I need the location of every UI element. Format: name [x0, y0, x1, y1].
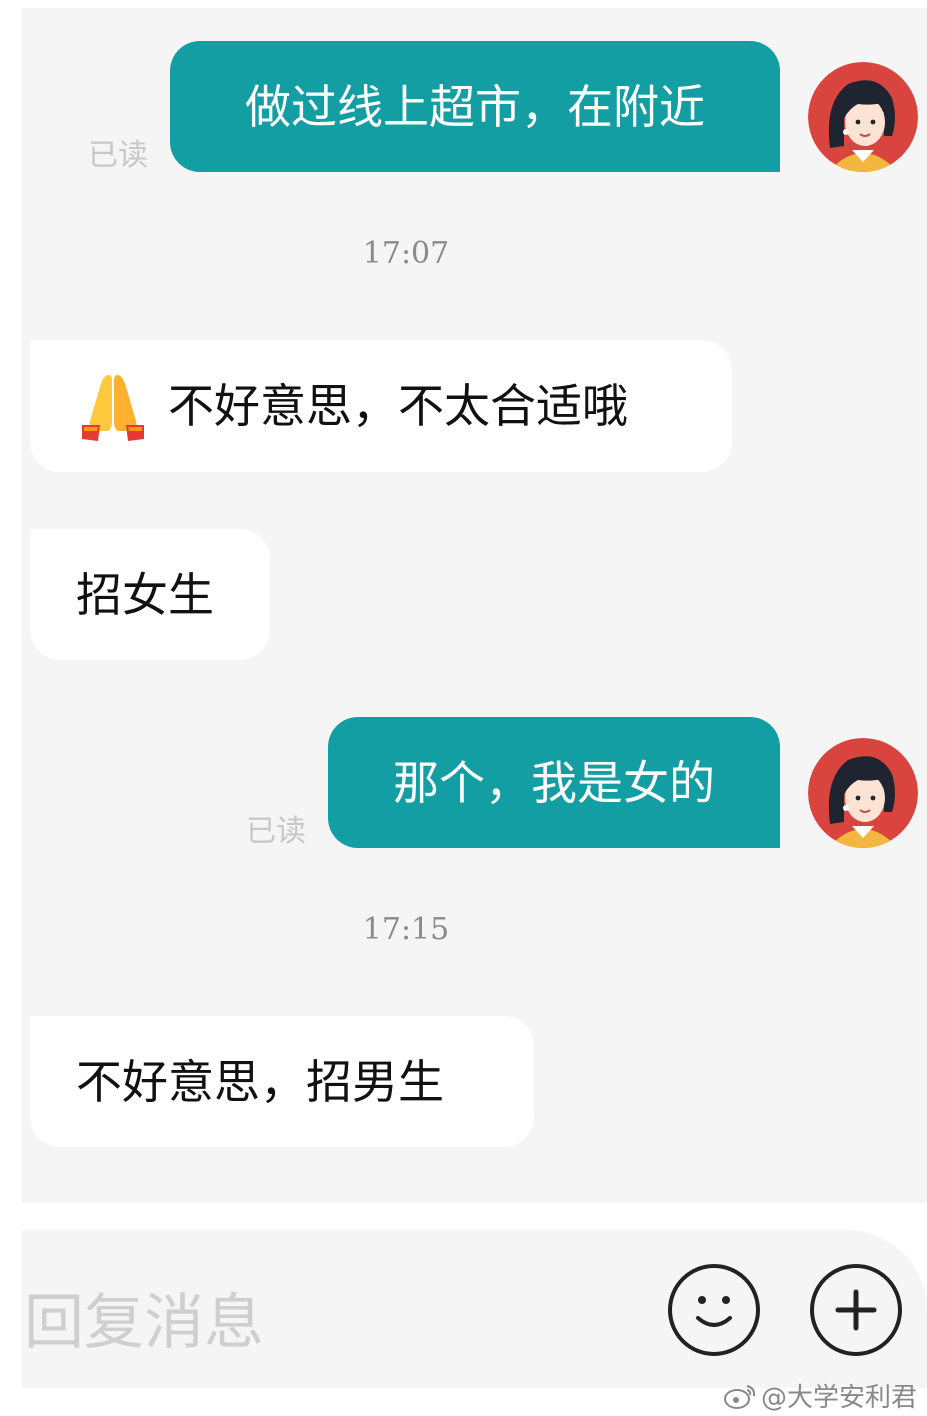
- incoming-message[interactable]: 不好意思，不太合适哦: [30, 340, 732, 472]
- incoming-message[interactable]: 不好意思，招男生: [30, 1016, 534, 1147]
- avatar-woman-icon: [808, 62, 918, 172]
- watermark: @大学安利君: [723, 1377, 917, 1414]
- watermark-text: @大学安利君: [760, 1383, 917, 1413]
- message-list[interactable]: 已读 做过线上超市，在附近 17:07 不好意思，不太合适哦 招女生 已读 那个…: [22, 8, 927, 1203]
- more-button[interactable]: [810, 1264, 902, 1356]
- emoji-button[interactable]: [668, 1264, 760, 1356]
- avatar[interactable]: [808, 62, 918, 172]
- avatar-woman-icon: [808, 738, 918, 848]
- plus-icon: [835, 1289, 877, 1331]
- read-receipt: 已读: [88, 138, 148, 173]
- folded-hands-icon: [76, 369, 150, 443]
- outgoing-message[interactable]: 那个，我是女的: [328, 717, 780, 848]
- weibo-icon: [723, 1384, 756, 1409]
- read-receipt: 已读: [246, 814, 306, 849]
- chat-screen: 已读 做过线上超市，在附近 17:07 不好意思，不太合适哦 招女生 已读 那个…: [0, 0, 927, 1416]
- smiley-icon: [696, 1296, 732, 1327]
- timestamp: 17:15: [362, 912, 450, 947]
- outgoing-message[interactable]: 做过线上超市，在附近: [170, 41, 780, 172]
- avatar[interactable]: [808, 738, 918, 848]
- reply-input[interactable]: 回复消息: [24, 1274, 264, 1361]
- message-input-bar: 回复消息: [22, 1230, 927, 1388]
- message-text: 不好意思，不太合适哦: [168, 379, 628, 433]
- timestamp: 17:07: [362, 236, 450, 271]
- incoming-message[interactable]: 招女生: [30, 529, 270, 660]
